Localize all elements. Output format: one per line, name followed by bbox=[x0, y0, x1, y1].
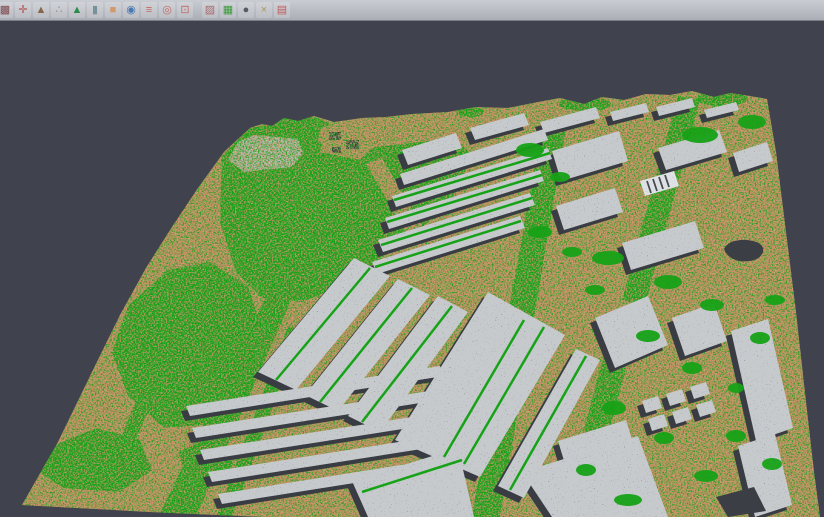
texture-icon[interactable]: ▮ bbox=[87, 2, 103, 18]
globe-icon[interactable]: ◉ bbox=[123, 2, 139, 18]
app-window: ▩ ✛ ▲ ∴ ▲ ▮ ■ ◉ ≡ ◎ ⊡ ▨ ▦ ● × ▤ bbox=[0, 0, 824, 517]
point-cloud-icon[interactable]: ∴ bbox=[51, 2, 67, 18]
dataset-icon[interactable]: ▩ bbox=[0, 2, 13, 18]
sphere-icon[interactable]: ● bbox=[238, 2, 254, 18]
classes-icon[interactable]: ▦ bbox=[220, 2, 236, 18]
checker-icon[interactable]: ▨ bbox=[202, 2, 218, 18]
toolbar: ▩ ✛ ▲ ∴ ▲ ▮ ■ ◉ ≡ ◎ ⊡ ▨ ▦ ● × ▤ bbox=[0, 0, 824, 21]
remove-icon[interactable]: × bbox=[256, 2, 272, 18]
orthophoto-icon[interactable]: ■ bbox=[105, 2, 121, 18]
viewport-3d[interactable] bbox=[0, 21, 824, 517]
target-icon[interactable]: ◎ bbox=[159, 2, 175, 18]
ruler-icon[interactable]: ▤ bbox=[274, 2, 290, 18]
toolbar-separator bbox=[194, 3, 201, 17]
region-icon[interactable]: ⊡ bbox=[177, 2, 193, 18]
terrain-icon[interactable]: ▲ bbox=[33, 2, 49, 18]
layers-icon[interactable]: ≡ bbox=[141, 2, 157, 18]
navigation-icon[interactable]: ✛ bbox=[15, 2, 31, 18]
scene-3d-point-cloud[interactable] bbox=[0, 21, 824, 517]
mesh-icon[interactable]: ▲ bbox=[69, 2, 85, 18]
